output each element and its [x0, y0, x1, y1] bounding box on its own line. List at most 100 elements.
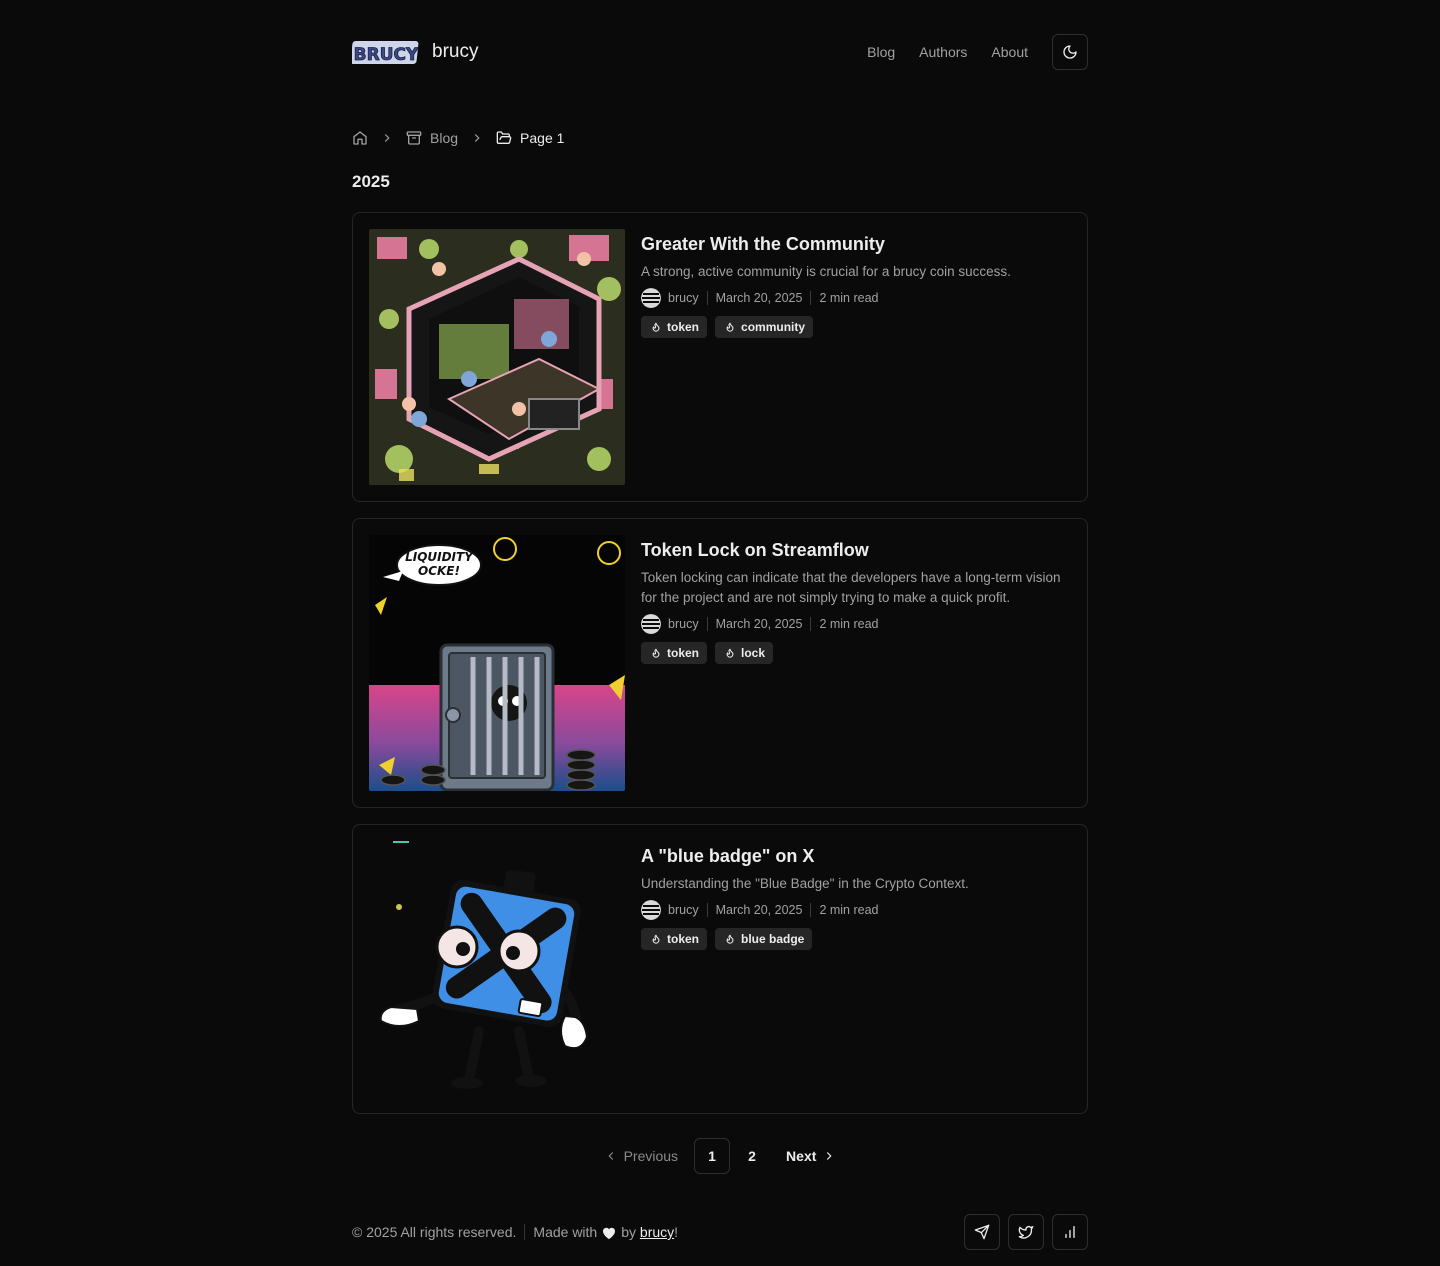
post-date: March 20, 2025 — [715, 903, 803, 917]
flame-icon — [726, 322, 734, 332]
chevron-right-icon — [380, 131, 394, 145]
made-with: Made with by brucy! — [533, 1224, 678, 1240]
meta-divider — [706, 617, 708, 631]
post-card[interactable]: Greater With the Community A strong, act… — [352, 212, 1088, 502]
flame-icon — [652, 934, 660, 944]
archive-icon — [406, 131, 422, 145]
post-read-time: 2 min read — [819, 903, 879, 917]
post-thumbnail[interactable] — [369, 229, 625, 485]
footer-suffix: ! — [674, 1224, 679, 1240]
tag-label: token — [667, 646, 700, 660]
post-author[interactable]: brucy — [668, 903, 699, 917]
nav-blog[interactable]: Blog — [867, 44, 895, 60]
site-footer: © 2025 All rights reserved. Made with by… — [352, 1214, 1088, 1250]
theme-toggle-button[interactable] — [1052, 34, 1088, 70]
post-date: March 20, 2025 — [715, 617, 803, 631]
breadcrumb-blog[interactable]: Blog — [406, 130, 458, 146]
meta-divider — [706, 903, 708, 917]
home-icon — [353, 131, 367, 145]
post-meta: brucy March 20, 2025 2 min read — [641, 288, 1067, 308]
post-title[interactable]: A "blue badge" on X — [641, 845, 1067, 867]
nav-about[interactable]: About — [991, 44, 1028, 60]
twitter-icon — [1018, 1226, 1034, 1239]
post-thumbnail[interactable]: LIQUIDITY OCKE! — [369, 535, 625, 791]
breadcrumb-current-label: Page 1 — [520, 130, 565, 146]
post-content: Token Lock on Streamflow Token locking c… — [641, 539, 1067, 664]
stats-button[interactable] — [1052, 1214, 1088, 1250]
social-links — [956, 1214, 1088, 1250]
post-author[interactable]: brucy — [668, 291, 699, 305]
tag-label: token — [667, 932, 700, 946]
tag-label: token — [667, 320, 700, 334]
flame-icon — [726, 648, 734, 658]
post-tags: token community — [641, 316, 1067, 338]
previous-label: Previous — [623, 1148, 679, 1164]
footer-author-link[interactable]: brucy — [640, 1224, 674, 1240]
post-meta: brucy March 20, 2025 2 min read — [641, 614, 1067, 634]
twitter-button[interactable] — [1008, 1214, 1044, 1250]
brand-name: brucy — [432, 41, 479, 62]
post-tags: token blue badge — [641, 928, 1067, 950]
previous-page-button[interactable]: Previous — [604, 1148, 678, 1164]
tag-label: blue badge — [741, 932, 805, 946]
tag-label: community — [741, 320, 806, 334]
chevron-left-icon — [608, 1152, 613, 1160]
folder-open-icon — [496, 131, 512, 144]
post-author[interactable]: brucy — [668, 617, 699, 631]
chevron-right-icon — [470, 131, 484, 145]
brand-link[interactable]: BRUCY brucy — [352, 34, 478, 70]
footer-divider — [524, 1224, 526, 1240]
post-thumbnail[interactable] — [369, 841, 625, 1097]
nav-authors[interactable]: Authors — [919, 44, 967, 60]
tag-community[interactable]: community — [715, 316, 814, 338]
meta-divider — [810, 903, 812, 917]
flame-icon — [652, 648, 660, 658]
breadcrumb-blog-label: Blog — [430, 130, 459, 146]
chart-icon — [1065, 1226, 1075, 1238]
brand-logo: BRUCY — [352, 41, 419, 65]
post-card[interactable]: A "blue badge" on X Understanding the "B… — [352, 824, 1088, 1114]
breadcrumb: Blog Page 1 — [352, 128, 564, 148]
post-description: A strong, active community is crucial fo… — [641, 264, 1011, 279]
breadcrumb-home[interactable] — [352, 130, 368, 146]
author-avatar — [641, 900, 661, 920]
post-title[interactable]: Token Lock on Streamflow — [641, 539, 1067, 561]
pagination: Previous 1 2 Next — [352, 1138, 1088, 1174]
token-lock-illustration: LIQUIDITY OCKE! — [369, 535, 625, 791]
page-1-button[interactable]: 1 — [694, 1138, 731, 1174]
tag-token[interactable]: token — [641, 928, 708, 950]
next-page-button[interactable]: Next — [786, 1148, 836, 1164]
footer-text: © 2025 All rights reserved. Made with by… — [352, 1214, 678, 1250]
next-label: Next — [786, 1148, 817, 1164]
post-content: Greater With the Community A strong, act… — [641, 233, 1067, 338]
post-card[interactable]: LIQUIDITY OCKE! Token Lock on Streamflow… — [352, 518, 1088, 808]
meta-divider — [706, 291, 708, 305]
page-2-button[interactable]: 2 — [734, 1138, 770, 1174]
post-title[interactable]: Greater With the Community — [641, 233, 1067, 255]
blue-badge-illustration — [369, 841, 625, 1097]
tag-blue-badge[interactable]: blue badge — [715, 928, 813, 950]
copyright: © 2025 All rights reserved. — [352, 1224, 517, 1240]
heart-icon — [603, 1227, 616, 1239]
post-tags: token lock — [641, 642, 1067, 664]
post-description: Understanding the "Blue Badge" in the Cr… — [641, 876, 969, 891]
flame-icon — [652, 322, 660, 332]
tag-lock[interactable]: lock — [715, 642, 774, 664]
by-label: by — [621, 1224, 637, 1240]
svg-text:LIQUIDITY: LIQUIDITY — [405, 550, 474, 564]
site-header: BRUCY brucy Blog Authors About — [352, 34, 1088, 70]
year-heading: 2025 — [352, 172, 390, 191]
telegram-button[interactable] — [964, 1214, 1000, 1250]
tag-label: lock — [741, 646, 766, 660]
svg-text:BRUCY: BRUCY — [354, 45, 419, 65]
post-description: Token locking can indicate that the deve… — [641, 570, 1061, 605]
tag-token[interactable]: token — [641, 642, 708, 664]
send-icon — [974, 1224, 990, 1240]
chevron-right-icon — [827, 1152, 832, 1160]
main-nav: Blog Authors About — [867, 34, 1088, 70]
tag-token[interactable]: token — [641, 316, 708, 338]
meta-divider — [810, 617, 812, 631]
meta-divider — [810, 291, 812, 305]
post-read-time: 2 min read — [819, 291, 879, 305]
post-content: A "blue badge" on X Understanding the "B… — [641, 845, 1067, 950]
